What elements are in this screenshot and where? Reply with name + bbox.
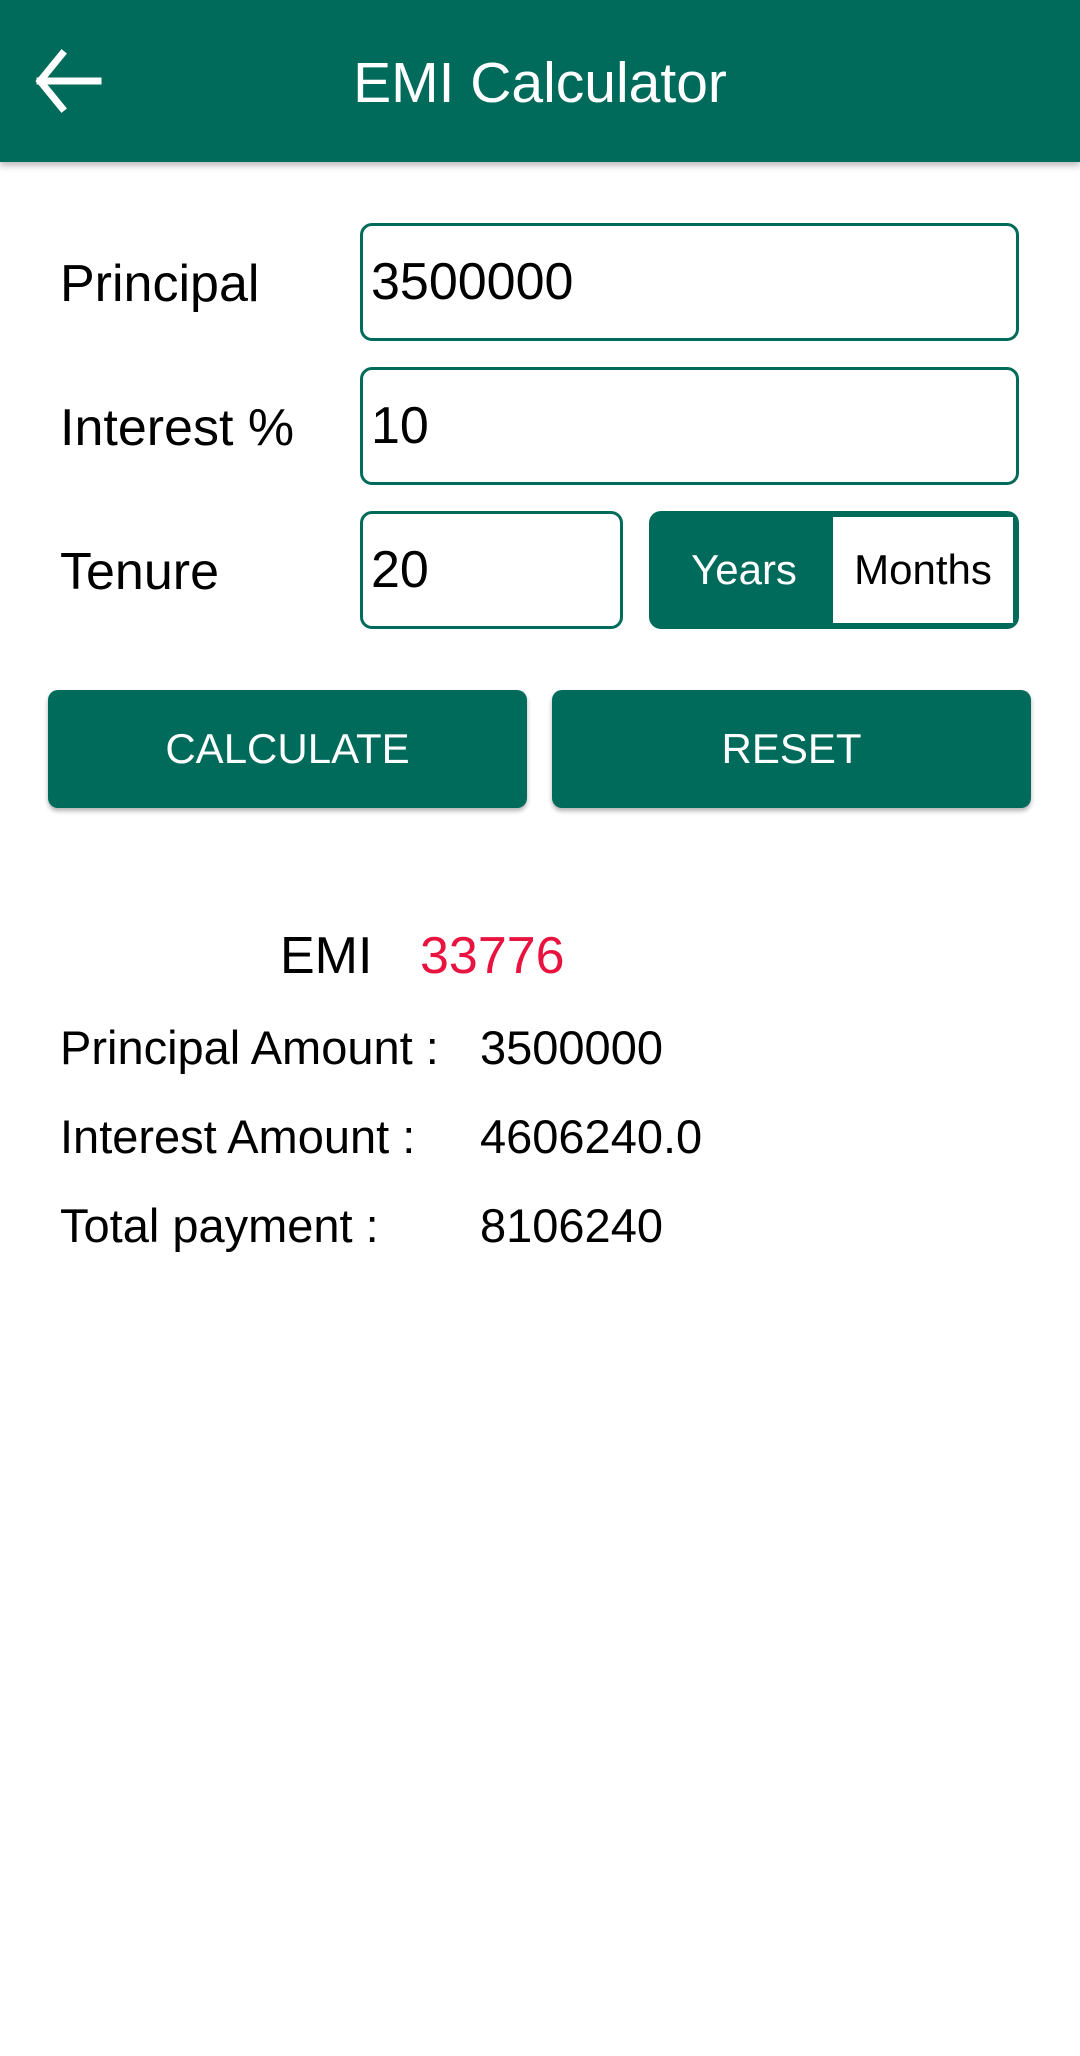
tenure-unit-toggle: Years Months xyxy=(649,511,1019,629)
interest-input[interactable] xyxy=(363,370,1016,482)
page-title: EMI Calculator xyxy=(353,51,727,115)
principal-label: Principal xyxy=(60,255,260,313)
tenure-input[interactable] xyxy=(363,514,620,626)
principal-field[interactable] xyxy=(360,223,1019,341)
tenure-unit-years[interactable]: Years xyxy=(655,517,833,623)
interest-field[interactable] xyxy=(360,367,1019,485)
tenure-label: Tenure xyxy=(60,543,219,601)
principal-input[interactable] xyxy=(363,226,1016,338)
interest-amount-value: 4606240.0 xyxy=(480,1110,703,1163)
principal-amount-label: Principal Amount : xyxy=(60,1021,439,1074)
app-bar: EMI Calculator xyxy=(0,0,1080,162)
tenure-field[interactable] xyxy=(360,511,623,629)
calculate-button[interactable]: CALCULATE xyxy=(48,690,527,808)
emi-label: EMI xyxy=(280,927,373,985)
total-payment-value: 8106240 xyxy=(480,1199,663,1252)
principal-amount-value: 3500000 xyxy=(480,1021,663,1074)
emi-value: 33776 xyxy=(420,927,565,985)
reset-button[interactable]: RESET xyxy=(552,690,1031,808)
total-payment-label: Total payment : xyxy=(60,1199,379,1252)
interest-amount-label: Interest Amount : xyxy=(60,1110,416,1163)
tenure-unit-months[interactable]: Months xyxy=(833,517,1013,623)
interest-label: Interest % xyxy=(60,399,295,457)
